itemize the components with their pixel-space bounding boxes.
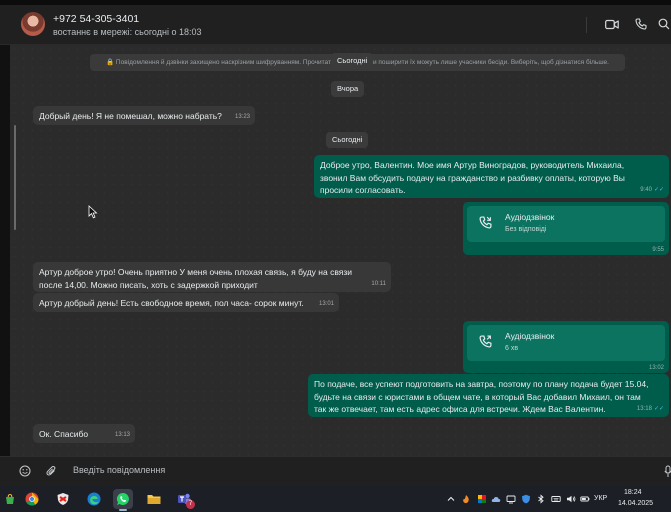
message-incoming[interactable]: Артур доброе утро! Очень приятно У меня …	[33, 262, 391, 292]
taskbar-app-store[interactable]	[0, 489, 20, 509]
volume-icon[interactable]	[566, 494, 576, 504]
teams-badge: 7	[186, 500, 195, 509]
active-app-indicator	[119, 509, 127, 511]
message-time: 13:01	[318, 300, 334, 307]
read-ticks-icon: ✓✓	[653, 186, 664, 193]
message-time: 9:55	[652, 247, 664, 253]
date-chip-yesterday: Вчора	[331, 81, 365, 97]
folder-icon	[147, 495, 161, 504]
bluetooth-icon[interactable]	[536, 494, 546, 504]
taskbar-app-chrome[interactable]	[22, 489, 42, 509]
call-card-answered[interactable]: Аудіодзвінок 6 хв 13:02	[463, 321, 669, 373]
call-duration: 6 хв	[505, 345, 519, 352]
message-outgoing[interactable]: По подаче, все успеют подготовить на зав…	[308, 374, 669, 417]
taskbar-app-edge[interactable]	[84, 489, 104, 509]
message-incoming[interactable]: Артур добрый день! Есть свободное время,…	[33, 293, 339, 312]
clock-time[interactable]: 18:24	[624, 489, 642, 496]
whatsapp-icon	[116, 492, 129, 505]
phone-icon	[635, 18, 647, 30]
message-text: Доброе утро, Валентин. Мое имя Артур Вин…	[320, 160, 625, 195]
taskbar-app-vpn[interactable]	[53, 489, 73, 509]
message-input[interactable]: Введіть повідомлення	[73, 465, 165, 475]
message-time: 10:11	[371, 280, 386, 287]
flame-app-tray-icon[interactable]	[461, 494, 471, 504]
attach-icon[interactable]	[46, 465, 57, 477]
message-time: 13:18 ✓✓	[636, 405, 664, 412]
message-text: Артур доброе утро! Очень приятно У меня …	[39, 267, 352, 290]
chat-header[interactable]: +972 54-305-3401 востаннє в мережі: сьог…	[0, 5, 671, 45]
call-title: Аудіодзвінок	[505, 331, 555, 341]
header-divider	[586, 17, 587, 33]
call-card-body: Аудіодзвінок 6 хв	[467, 325, 665, 361]
edge-icon	[87, 492, 101, 506]
message-incoming[interactable]: Ок. Спасибо 13:13	[33, 424, 135, 443]
search-icon	[658, 18, 669, 30]
clock-date[interactable]: 14.04.2025	[618, 500, 653, 507]
message-time: 13:13	[114, 431, 130, 438]
keyboard-tray-icon[interactable]	[551, 494, 561, 504]
call-status: Без відповіді	[505, 226, 547, 233]
color-app-tray-icon[interactable]	[477, 494, 487, 504]
message-outgoing[interactable]: Доброе утро, Валентин. Мое имя Артур Вин…	[314, 155, 669, 198]
shield-logo-icon	[57, 493, 69, 505]
taskbar-app-teams[interactable]: 7	[174, 489, 195, 509]
message-time: 13:23	[234, 113, 250, 120]
store-bag-icon	[6, 493, 14, 504]
defender-shield-icon[interactable]	[521, 494, 531, 504]
voice-call-button[interactable]	[629, 13, 653, 35]
contact-status: востаннє в мережі: сьогодні о 18:03	[53, 27, 202, 37]
message-text: По подаче, все успеют подготовить на зав…	[314, 379, 649, 414]
read-ticks-icon: ✓✓	[653, 405, 664, 412]
message-text: Артур добрый день! Есть свободное время,…	[39, 298, 304, 308]
chevron-up-icon[interactable]	[446, 494, 456, 504]
chrome-icon	[25, 492, 39, 506]
message-list[interactable]: 🔒 Повідомлення й дзвінки захищено наскрі…	[10, 45, 671, 456]
outgoing-call-icon	[479, 335, 492, 348]
message-composer[interactable]: Введіть повідомлення	[0, 456, 671, 486]
call-title: Аудіодзвінок	[505, 212, 555, 222]
message-incoming[interactable]: Добрый день! Я не помешал, можно набрать…	[33, 106, 255, 125]
missed-call-icon	[479, 216, 492, 229]
message-time: 9:40 ✓✓	[640, 186, 664, 193]
windows-taskbar: 7 УКР 18:24 14.04.2025	[0, 486, 671, 512]
message-text: Добрый день! Я не помешал, можно набрать…	[39, 111, 222, 121]
date-chip-today-sticky: Сьогодні	[331, 53, 374, 69]
emoji-icon[interactable]	[19, 465, 31, 477]
contact-name[interactable]: +972 54-305-3401	[53, 13, 139, 25]
search-button[interactable]	[656, 13, 671, 35]
input-language[interactable]: УКР	[594, 495, 607, 502]
call-card-missed[interactable]: Аудіодзвінок Без відповіді 9:55	[463, 202, 669, 255]
date-chip-today: Сьогодні	[326, 132, 369, 148]
video-camera-icon	[605, 19, 619, 29]
message-text: Ок. Спасибо	[39, 429, 89, 439]
battery-icon[interactable]	[580, 494, 590, 504]
mouse-cursor-icon	[88, 205, 98, 219]
contact-avatar[interactable]	[21, 12, 45, 36]
taskbar-app-whatsapp[interactable]	[113, 489, 133, 509]
microphone-icon[interactable]	[664, 465, 671, 478]
scrollbar-thumb[interactable]	[14, 125, 16, 230]
message-time: 13:02	[648, 365, 664, 371]
taskbar-app-file-explorer[interactable]	[144, 489, 164, 509]
call-card-body: Аудіодзвінок Без відповіді	[467, 206, 665, 242]
onedrive-cloud-icon[interactable]	[491, 494, 501, 504]
network-tray-icon[interactable]	[506, 494, 516, 504]
video-call-button[interactable]	[600, 13, 624, 35]
